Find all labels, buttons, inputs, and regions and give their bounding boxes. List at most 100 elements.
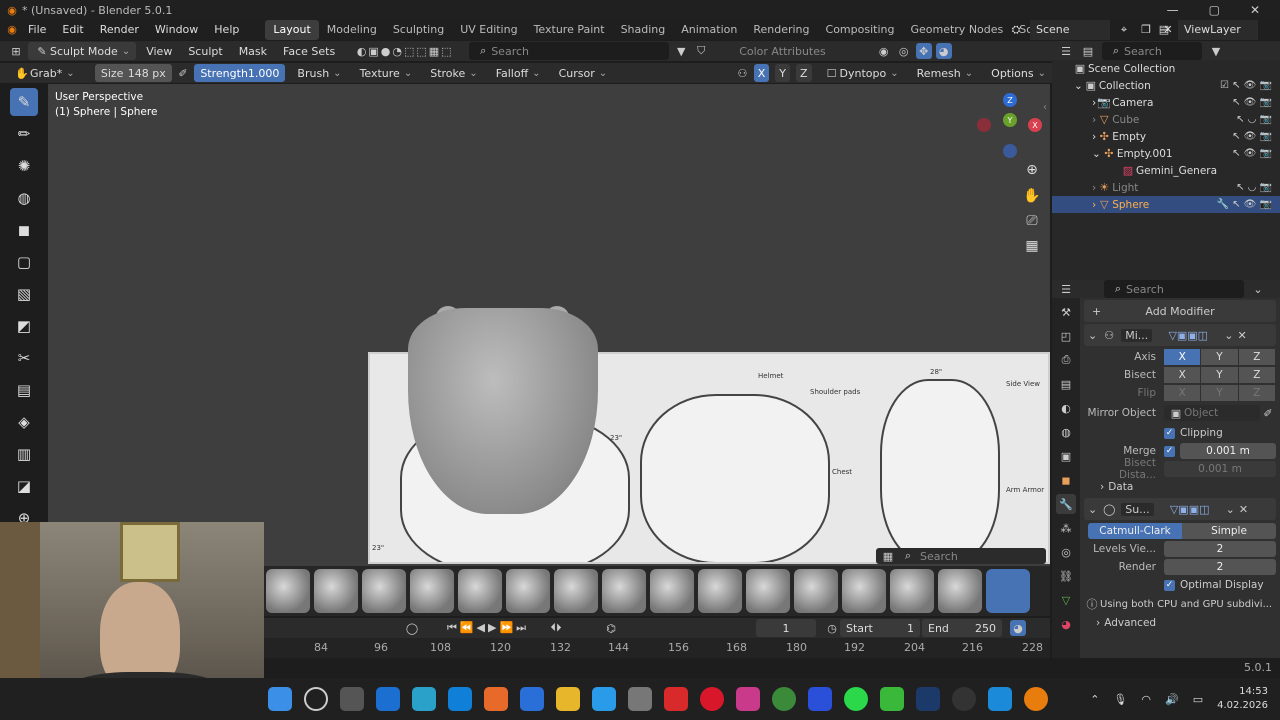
close-button[interactable]: ✕ — [1250, 3, 1260, 17]
material-tab-icon[interactable]: ◕ — [1056, 614, 1076, 634]
tab-compositing[interactable]: Compositing — [818, 20, 903, 40]
row-toggles[interactable]: ↖ ◡ 📷 — [1236, 182, 1272, 193]
properties-search[interactable]: ⌕ Search — [1104, 280, 1244, 298]
subsurf-modifier-header[interactable]: ⌄ ◯ Su... ▽▣▣◫ ⌄ ✕ — [1084, 498, 1276, 520]
brush-thumb-10[interactable] — [698, 569, 742, 613]
scene-selector[interactable]: ⛭ Scene ⌖ ❐ ✕ — [1008, 20, 1176, 40]
header-search[interactable]: ⌕ Search — [469, 42, 670, 60]
color-filter-icon[interactable]: ▥ — [10, 440, 38, 468]
bisect-x-toggle[interactable]: X — [1164, 367, 1201, 383]
dropdown-icon[interactable]: ⌄ — [1226, 503, 1235, 516]
maximize-button[interactable]: ▢ — [1209, 3, 1220, 17]
simple-button[interactable]: Simple — [1182, 523, 1276, 539]
clay-tool-icon[interactable]: ✏ — [10, 120, 38, 148]
display-mode-icon[interactable]: ▤ — [1080, 43, 1096, 59]
remove-modifier-icon[interactable]: ✕ — [1237, 329, 1246, 342]
xbox-icon[interactable] — [880, 687, 904, 711]
catmull-clark-button[interactable]: Catmull-Clark — [1088, 523, 1182, 539]
pin-icon[interactable]: ⌖ — [1116, 22, 1132, 38]
tray-chevron-icon[interactable]: ⌃ — [1090, 693, 1099, 706]
world-tab-icon[interactable]: ◍ — [1056, 422, 1076, 442]
timeline-ruler[interactable]: 84 96 108 120 132 144 156 168 180 192 20… — [264, 638, 1050, 658]
gizmo-neg-z-icon[interactable] — [1003, 144, 1017, 158]
calculator-icon[interactable] — [520, 687, 544, 711]
optimal-display-row[interactable]: ✓ Optimal Display — [1084, 576, 1276, 594]
instagram-icon[interactable] — [736, 687, 760, 711]
data-tab-icon[interactable]: ▽ — [1056, 590, 1076, 610]
keyframe-nav-icon[interactable]: ⏴⏵ — [536, 620, 576, 636]
options-menu[interactable]: Options — [985, 64, 1052, 82]
menu-face-sets[interactable]: Face Sets — [277, 42, 341, 60]
shield-icon[interactable]: ⛉ — [693, 43, 709, 59]
tab-rendering[interactable]: Rendering — [745, 20, 817, 40]
brush-thumb-13[interactable] — [842, 569, 886, 613]
tab-layout[interactable]: Layout — [265, 20, 319, 40]
collapse-arrow-icon[interactable]: ‹ — [1043, 102, 1047, 113]
mirror-toggles-icon[interactable]: ▽▣▣◫ — [1156, 327, 1220, 343]
wifi-icon[interactable]: ◠ — [1141, 693, 1151, 706]
bisect-y-toggle[interactable]: Y — [1201, 367, 1238, 383]
tab-texture-paint[interactable]: Texture Paint — [526, 20, 613, 40]
draw-tool-icon[interactable]: ✎ — [10, 88, 38, 116]
blender-menu-icon[interactable]: ◉ — [4, 22, 20, 38]
menu-file[interactable]: File — [20, 20, 54, 40]
start-frame-field[interactable]: Start 1 — [840, 619, 920, 637]
gizmo-icon[interactable]: ✥ — [915, 43, 932, 59]
axis-z-toggle[interactable]: Z — [796, 64, 812, 82]
brush-thumb-11[interactable] — [746, 569, 790, 613]
store-bag-icon[interactable] — [628, 687, 652, 711]
eyedropper-icon[interactable]: ✐ — [1260, 405, 1276, 421]
outliner-row-empty[interactable]: › ✣ Empty ↖ 👁 📷 — [1052, 128, 1280, 145]
mirror-object-field[interactable]: ▣ Object — [1164, 405, 1260, 421]
outliner-row-empty-001[interactable]: ⌄ ✣ Empty.001 ↖ 👁 📷 — [1052, 145, 1280, 162]
gizmo-neg-x-icon[interactable] — [977, 118, 991, 132]
camera-view-icon[interactable]: ⎚ — [1020, 209, 1044, 233]
strength-field[interactable]: Strength 1.000 — [194, 64, 286, 82]
chrome-icon[interactable] — [772, 687, 796, 711]
menu-sculpt[interactable]: Sculpt — [182, 42, 228, 60]
scene-tab-icon[interactable]: ◐ — [1056, 398, 1076, 418]
merge-distance-field[interactable]: 0.001 m — [1180, 443, 1276, 459]
box-hide-icon[interactable]: ▢ — [10, 248, 38, 276]
firefox-icon[interactable] — [484, 687, 508, 711]
dropdown-icon[interactable]: ⌄ — [1250, 281, 1266, 297]
remove-modifier-icon[interactable]: ✕ — [1239, 503, 1248, 516]
sculpted-sphere-mesh[interactable] — [408, 308, 598, 514]
battery-icon[interactable]: ▭ — [1193, 693, 1203, 706]
blender-taskbar-icon[interactable] — [1024, 687, 1048, 711]
asset-shelf-search[interactable]: ▦ ⌕ Search — [876, 548, 1046, 564]
row-toggles[interactable]: ↖ 👁 📷 — [1232, 131, 1272, 142]
bisect-z-toggle[interactable]: Z — [1238, 367, 1275, 383]
viewlayer-name[interactable]: ViewLayer — [1178, 20, 1258, 40]
brush-thumb-2[interactable] — [314, 569, 358, 613]
axis-z-toggle[interactable]: Z — [1238, 349, 1275, 365]
brush-thumb-grab-active[interactable] — [986, 569, 1030, 613]
outliner-row-cube[interactable]: › ▽ Cube ↖ ◡ 📷 — [1052, 111, 1280, 128]
brush-thumb-7[interactable] — [554, 569, 598, 613]
box-mask-icon[interactable]: ◼ — [10, 216, 38, 244]
view-toggle-icon[interactable]: ◕ — [1010, 620, 1026, 636]
row-toggles[interactable]: ☑ ↖ 👁 📷 — [1220, 80, 1272, 91]
menu-cursor[interactable]: Cursor — [553, 64, 614, 82]
outliner-row-gemini-image[interactable]: ▨ Gemini_Genera — [1052, 162, 1280, 179]
bisect-distance-field[interactable]: 0.001 m — [1164, 461, 1276, 477]
levels-viewport-field[interactable]: 2 — [1164, 541, 1276, 557]
expand-icon[interactable]: ⌄ — [1074, 80, 1083, 92]
smooth-tool-icon[interactable]: ✺ — [10, 152, 38, 180]
notepad-icon[interactable] — [592, 687, 616, 711]
properties-editor-icon[interactable]: ☰ — [1058, 281, 1074, 297]
brush-thumb-1[interactable] — [266, 569, 310, 613]
copy-icon[interactable]: ❐ — [1138, 22, 1154, 38]
gizmo-z-icon[interactable]: Z — [1003, 93, 1017, 107]
scene-name[interactable]: Scene — [1030, 20, 1110, 40]
clipping-row[interactable]: ✓ Clipping — [1084, 424, 1276, 442]
tab-sculpting[interactable]: Sculpting — [385, 20, 452, 40]
constraints-tab-icon[interactable]: ⛓ — [1056, 566, 1076, 586]
menu-brush[interactable]: Brush — [291, 64, 347, 82]
render-levels-field[interactable]: 2 — [1164, 559, 1276, 575]
edit-face-set-icon[interactable]: ◪ — [10, 472, 38, 500]
outliner-row-collection[interactable]: ⌄ ▣ Collection ☑ ↖ 👁 📷 — [1052, 77, 1280, 94]
edge-browser-icon[interactable] — [448, 687, 472, 711]
overlay-icon[interactable]: ◉ — [876, 43, 892, 59]
menu-render[interactable]: Render — [92, 20, 147, 40]
